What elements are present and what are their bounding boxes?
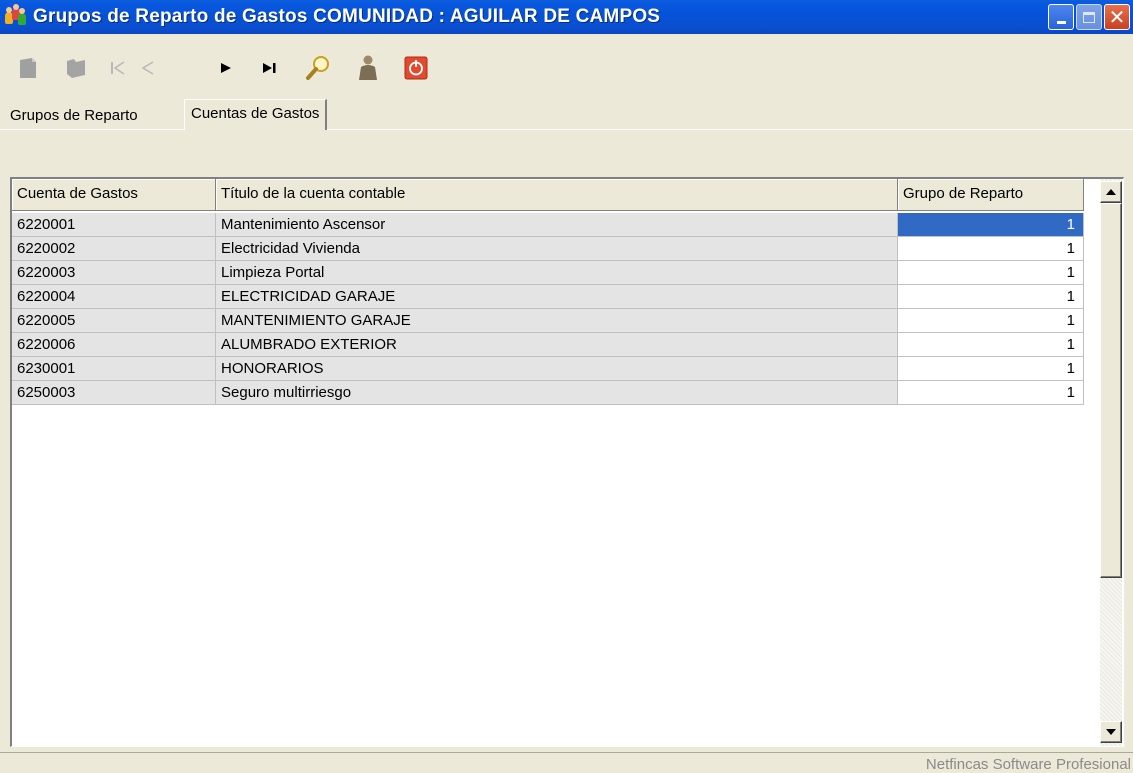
cell-cuenta: 6230001 bbox=[12, 357, 216, 381]
tab-strip bbox=[0, 100, 1133, 130]
next-record-button[interactable] bbox=[212, 54, 240, 82]
vertical-scrollbar[interactable] bbox=[1100, 179, 1122, 746]
cell-grupo[interactable]: 1 bbox=[898, 309, 1084, 333]
close-button[interactable]: ✕ bbox=[1104, 4, 1130, 30]
cell-titulo: Seguro multirriesgo bbox=[216, 381, 898, 405]
maximize-button bbox=[1076, 4, 1102, 30]
cell-titulo: Electricidad Vivienda bbox=[216, 237, 898, 261]
cell-titulo: ALUMBRADO EXTERIOR bbox=[216, 333, 898, 357]
new-record-button[interactable] bbox=[14, 54, 42, 82]
status-text: Netfincas Software Profesional bbox=[925, 756, 1131, 773]
column-header-cuenta[interactable]: Cuenta de Gastos bbox=[12, 179, 216, 211]
status-bar: Netfincas Software Profesional bbox=[0, 752, 1133, 773]
cell-grupo[interactable]: 1 bbox=[898, 381, 1084, 405]
cell-cuenta: 6220006 bbox=[12, 333, 216, 357]
cell-titulo: MANTENIMIENTO GARAJE bbox=[216, 309, 898, 333]
close-icon: ✕ bbox=[1108, 5, 1126, 29]
previous-record-button[interactable] bbox=[134, 54, 162, 82]
arrow-up-icon bbox=[1106, 189, 1116, 195]
cell-titulo: Limpieza Portal bbox=[216, 261, 898, 285]
cell-grupo[interactable]: 1 bbox=[898, 333, 1084, 357]
next-icon bbox=[221, 63, 231, 73]
expense-accounts-grid[interactable]: Cuenta de Gastos Título de la cuenta con… bbox=[10, 177, 1124, 747]
scroll-down-button[interactable] bbox=[1100, 721, 1122, 743]
cell-cuenta: 6220004 bbox=[12, 285, 216, 309]
window-title: Grupos de Reparto de Gastos COMUNIDAD : … bbox=[33, 6, 661, 27]
magnifier-icon bbox=[306, 56, 329, 80]
user-button[interactable] bbox=[354, 54, 382, 82]
first-record-button[interactable] bbox=[104, 54, 132, 82]
last-record-button[interactable] bbox=[256, 54, 284, 82]
power-icon bbox=[404, 56, 428, 80]
exit-button[interactable] bbox=[402, 54, 430, 82]
cell-cuenta: 6220003 bbox=[12, 261, 216, 285]
folder-icon bbox=[67, 59, 85, 78]
last-icon bbox=[263, 63, 276, 73]
cell-grupo[interactable]: 1 bbox=[898, 357, 1084, 381]
cell-grupo[interactable]: 1 bbox=[898, 261, 1084, 285]
document-icon bbox=[20, 58, 36, 78]
maximize-icon bbox=[1083, 11, 1095, 23]
title-bar[interactable]: Grupos de Reparto de Gastos COMUNIDAD : … bbox=[0, 0, 1133, 34]
cell-titulo: Mantenimiento Ascensor bbox=[216, 213, 898, 237]
cell-cuenta: 6220002 bbox=[12, 237, 216, 261]
cell-cuenta: 6220001 bbox=[12, 213, 216, 237]
minimize-button[interactable] bbox=[1048, 4, 1074, 30]
cell-titulo: HONORARIOS bbox=[216, 357, 898, 381]
tab-cuentas-de-gastos[interactable]: Cuentas de Gastos bbox=[184, 99, 328, 130]
cell-grupo[interactable]: 1 bbox=[898, 285, 1084, 309]
cell-grupo[interactable]: 1 bbox=[898, 237, 1084, 261]
tab-grupos-de-reparto[interactable]: Grupos de Reparto bbox=[4, 102, 144, 130]
people-group-icon bbox=[5, 4, 27, 28]
search-button[interactable] bbox=[304, 54, 332, 82]
person-icon bbox=[359, 55, 377, 80]
column-header-grupo[interactable]: Grupo de Reparto bbox=[898, 179, 1084, 211]
cell-grupo[interactable]: 1 bbox=[898, 213, 1084, 237]
edit-record-button[interactable] bbox=[62, 54, 90, 82]
previous-icon bbox=[141, 61, 154, 75]
arrow-down-icon bbox=[1106, 729, 1116, 735]
cell-cuenta: 6250003 bbox=[12, 381, 216, 405]
column-header-titulo[interactable]: Título de la cuenta contable bbox=[216, 179, 898, 211]
scrollbar-thumb[interactable] bbox=[1100, 203, 1122, 578]
first-icon bbox=[111, 61, 125, 75]
cell-titulo: ELECTRICIDAD GARAJE bbox=[216, 285, 898, 309]
scroll-up-button[interactable] bbox=[1100, 181, 1122, 203]
minimize-icon bbox=[1056, 20, 1066, 24]
toolbar bbox=[0, 54, 460, 88]
cell-cuenta: 6220005 bbox=[12, 309, 216, 333]
